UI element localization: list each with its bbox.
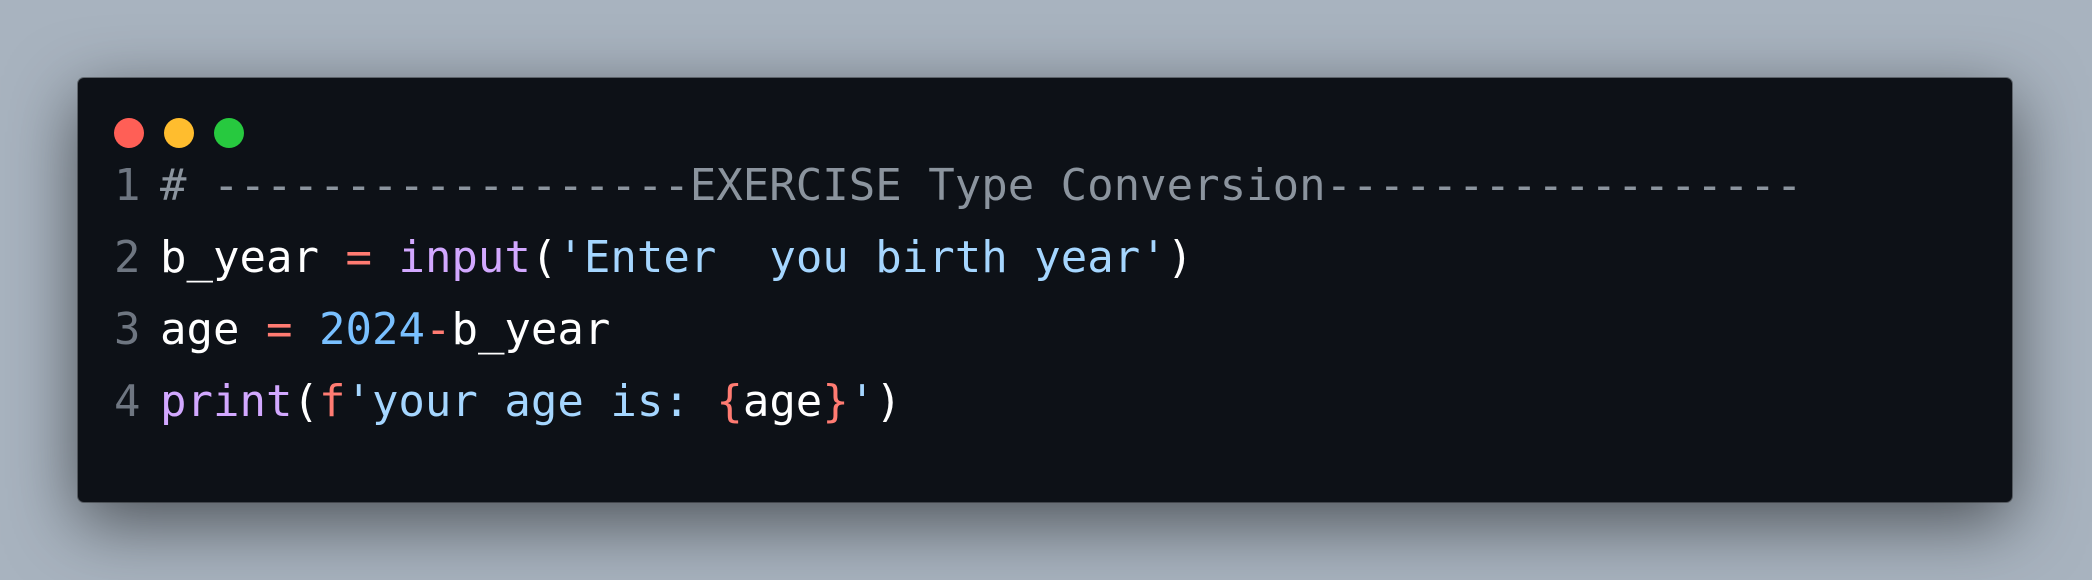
- code-token-op: =: [345, 232, 372, 283]
- line-number: 4: [114, 376, 141, 427]
- code-token-punc: [239, 304, 266, 355]
- code-token-brace: {: [716, 376, 743, 427]
- code-token-fpre: f: [318, 376, 346, 427]
- code-token-brace: }: [822, 376, 849, 427]
- close-window-icon[interactable]: [114, 118, 144, 148]
- code-token-punc: (: [530, 232, 558, 283]
- code-token-str: 'Enter you birth year': [557, 232, 1167, 283]
- code-token-fn: input: [398, 232, 531, 283]
- code-token-op: -: [424, 304, 452, 355]
- code-token-punc: (: [292, 376, 319, 427]
- code-line: 3 age = 2024- b_year: [114, 304, 1802, 376]
- code-token-str: ': [848, 376, 876, 427]
- code-token-var: b_year: [451, 304, 611, 355]
- code-token-comment: # ------------------EXERCISE Type Conver…: [160, 160, 1803, 211]
- code-token-var: age: [160, 304, 240, 355]
- line-number: 3: [114, 304, 141, 355]
- code-token-var: b_year: [160, 232, 319, 283]
- line-number: 1: [114, 160, 141, 211]
- window-controls: [114, 118, 244, 148]
- code-token-punc: [372, 232, 399, 283]
- code-line: 2 b_year = input('Enter you birth year'): [114, 232, 1802, 304]
- code-window: 1 # ------------------EXERCISE Type Conve…: [78, 78, 2012, 502]
- minimize-window-icon[interactable]: [164, 118, 194, 148]
- line-number: 2: [114, 232, 141, 283]
- code-token-punc: [319, 232, 346, 283]
- code-token-str: 'your age is:: [345, 376, 717, 427]
- code-token-punc: ): [875, 376, 902, 427]
- code-token-var: age: [742, 376, 823, 427]
- code-block: 1 # ------------------EXERCISE Type Conve…: [114, 160, 1802, 448]
- code-token-num: 2024: [318, 304, 425, 355]
- code-token-punc: ): [1166, 232, 1194, 283]
- code-line: 4 print(f'your age is: {age} '): [114, 376, 1802, 448]
- code-token-punc: [292, 304, 319, 355]
- code-line: 1 # ------------------EXERCISE Type Conve…: [114, 160, 1802, 232]
- maximize-window-icon[interactable]: [214, 118, 244, 148]
- code-token-fn: print: [160, 376, 293, 427]
- code-token-op: =: [265, 304, 293, 355]
